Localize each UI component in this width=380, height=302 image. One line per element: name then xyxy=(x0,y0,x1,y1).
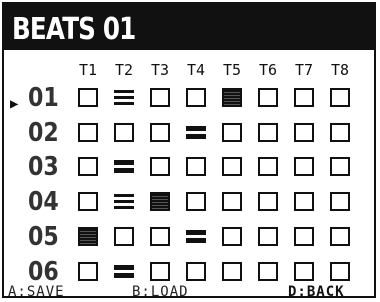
step-cell-01-t6[interactable] xyxy=(258,88,278,107)
column-header-t1: T1 xyxy=(78,61,98,79)
step-cell-05-t8[interactable] xyxy=(330,227,350,246)
step-cell-01-t3[interactable] xyxy=(150,88,170,107)
step-cell-06-t3[interactable] xyxy=(150,262,170,281)
step-cell-01-t4[interactable] xyxy=(186,88,206,107)
step-cell-05-t7[interactable] xyxy=(294,227,314,246)
step-cell-01-t2[interactable] xyxy=(114,88,134,107)
step-cell-05-t2[interactable] xyxy=(114,227,134,246)
step-cell-06-t4[interactable] xyxy=(186,262,206,281)
row-label-05: 05 xyxy=(28,222,59,252)
step-cell-02-t2[interactable] xyxy=(114,123,134,142)
row-label-01: 01 xyxy=(28,83,59,113)
step-cell-03-t7[interactable] xyxy=(294,157,314,176)
step-cell-01-t7[interactable] xyxy=(294,88,314,107)
step-cell-03-t2[interactable] xyxy=(114,157,134,176)
step-cell-06-t2[interactable] xyxy=(114,262,134,281)
column-header-t3: T3 xyxy=(150,61,170,79)
step-cell-04-t7[interactable] xyxy=(294,192,314,211)
step-cell-03-t6[interactable] xyxy=(258,157,278,176)
row-cursor-icon: ▶ xyxy=(10,96,19,112)
step-cell-02-t8[interactable] xyxy=(330,123,350,142)
step-cell-02-t7[interactable] xyxy=(294,123,314,142)
step-cell-04-t5[interactable] xyxy=(222,192,242,211)
step-cell-04-t3[interactable] xyxy=(150,192,170,211)
save-hint[interactable]: A:SAVE xyxy=(8,285,65,299)
step-cell-02-t5[interactable] xyxy=(222,123,242,142)
step-cell-03-t5[interactable] xyxy=(222,157,242,176)
step-cell-02-t4[interactable] xyxy=(186,123,206,142)
step-cell-01-t8[interactable] xyxy=(330,88,350,107)
step-cell-04-t8[interactable] xyxy=(330,192,350,211)
row-label-02: 02 xyxy=(28,118,59,148)
step-cell-02-t3[interactable] xyxy=(150,123,170,142)
step-cell-03-t4[interactable] xyxy=(186,157,206,176)
load-hint[interactable]: B:LOAD xyxy=(132,285,189,299)
column-header-t5: T5 xyxy=(222,61,242,79)
step-cell-04-t4[interactable] xyxy=(186,192,206,211)
page-title: BEATS 01 xyxy=(12,12,136,47)
step-cell-04-t6[interactable] xyxy=(258,192,278,211)
step-cell-05-t5[interactable] xyxy=(222,227,242,246)
step-cell-03-t1[interactable] xyxy=(78,157,98,176)
step-cell-03-t3[interactable] xyxy=(150,157,170,176)
column-header-t7: T7 xyxy=(294,61,314,79)
step-cell-02-t6[interactable] xyxy=(258,123,278,142)
step-cell-06-t8[interactable] xyxy=(330,262,350,281)
step-cell-01-t1[interactable] xyxy=(78,88,98,107)
column-header-t8: T8 xyxy=(330,61,350,79)
step-cell-04-t1[interactable] xyxy=(78,192,98,211)
step-cell-05-t3[interactable] xyxy=(150,227,170,246)
step-cell-05-t4[interactable] xyxy=(186,227,206,246)
step-cell-06-t7[interactable] xyxy=(294,262,314,281)
back-hint[interactable]: D:BACK xyxy=(288,285,345,299)
step-cell-04-t2[interactable] xyxy=(114,192,134,211)
step-cell-01-t5[interactable] xyxy=(222,88,242,107)
row-label-03: 03 xyxy=(28,152,59,182)
step-cell-05-t1[interactable] xyxy=(78,227,98,246)
column-header-t6: T6 xyxy=(258,61,278,79)
step-cell-06-t5[interactable] xyxy=(222,262,242,281)
step-cell-06-t1[interactable] xyxy=(78,262,98,281)
step-cell-03-t8[interactable] xyxy=(330,157,350,176)
column-header-t2: T2 xyxy=(114,61,134,79)
step-cell-06-t6[interactable] xyxy=(258,262,278,281)
step-cell-02-t1[interactable] xyxy=(78,123,98,142)
step-cell-05-t6[interactable] xyxy=(258,227,278,246)
row-label-06: 06 xyxy=(28,257,59,287)
title-bar: BEATS 01 xyxy=(4,4,374,50)
row-label-04: 04 xyxy=(28,187,59,217)
column-header-t4: T4 xyxy=(186,61,206,79)
